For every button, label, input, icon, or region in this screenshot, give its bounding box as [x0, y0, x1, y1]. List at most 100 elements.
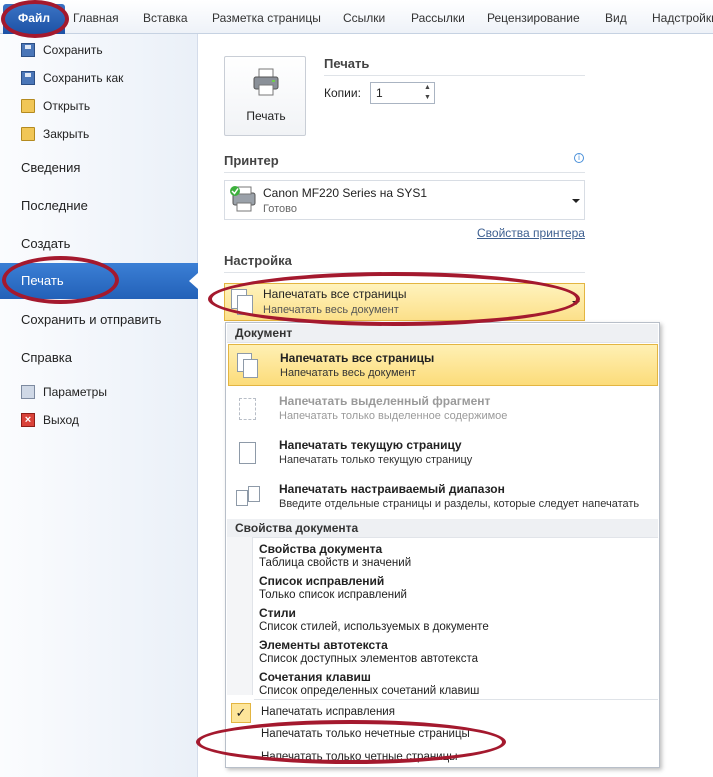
tab-page-layout[interactable]: Разметка страницы — [212, 11, 321, 25]
printer-device-icon — [230, 186, 256, 212]
menu-item-title: Напечатать настраиваемый диапазон — [279, 482, 505, 496]
chevron-down-icon — [572, 301, 580, 305]
print-section-title: Печать — [324, 56, 370, 71]
menu-gutter — [227, 537, 253, 695]
nav-options[interactable]: Параметры — [0, 380, 198, 404]
printer-select[interactable]: Canon MF220 Series на SYS1 Готово — [224, 180, 585, 220]
divider — [224, 272, 585, 273]
selection-icon — [236, 396, 258, 422]
printer-properties-link[interactable]: Свойства принтера — [477, 226, 585, 240]
tab-home[interactable]: Главная — [73, 11, 119, 25]
settings-section-title: Настройка — [224, 253, 292, 268]
menu-item-all-pages[interactable]: Напечатать все страницы Напечатать весь … — [228, 344, 658, 386]
menu-item-custom-range[interactable]: Напечатать настраиваемый диапазон Введит… — [228, 476, 658, 518]
nav-recent[interactable]: Последние — [0, 188, 198, 224]
print-button[interactable]: Печать — [224, 56, 306, 136]
tab-insert[interactable]: Вставка — [143, 11, 188, 25]
menu-divider — [254, 699, 658, 700]
menu-item-title: Напечатать выделенный фрагмент — [279, 394, 491, 408]
ribbon-tab-bar: Файл Главная Вставка Разметка страницы С… — [0, 0, 713, 34]
chevron-down-icon — [572, 199, 580, 203]
printer-section-title: Принтер — [224, 153, 279, 168]
menu-item-current-page[interactable]: Напечатать текущую страницу Напечатать т… — [228, 432, 658, 474]
nav-save-send[interactable]: Сохранить и отправить — [0, 302, 198, 338]
menu-prop-sub: Список определенных сочетаний клавиш — [259, 685, 480, 697]
menu-prop-sub: Список стилей, используемых в документе — [259, 621, 489, 633]
info-icon[interactable]: i — [574, 153, 584, 163]
tab-view[interactable]: Вид — [605, 11, 627, 25]
tab-review[interactable]: Рецензирование — [487, 11, 580, 25]
nav-info[interactable]: Сведения — [0, 150, 198, 186]
custom-range-icon — [236, 484, 260, 510]
menu-item-title: Напечатать все страницы — [280, 351, 435, 365]
check-icon: ✓ — [231, 703, 251, 723]
menu-prop-autotext[interactable]: Элементы автотекста — [259, 638, 388, 652]
divider — [224, 172, 585, 173]
copies-stepper[interactable]: 1 ▲ ▼ — [370, 82, 435, 104]
save-icon — [21, 43, 35, 57]
printer-status: Готово — [263, 203, 297, 215]
pages-icon — [231, 289, 255, 317]
spin-down-icon[interactable]: ▼ — [421, 93, 434, 103]
backstage-nav: Сохранить Сохранить как Открыть Закрыть … — [0, 34, 198, 777]
save-as-icon — [21, 71, 35, 85]
menu-item-sub: Напечатать только текущую страницу — [279, 454, 473, 466]
nav-save-as-label: Сохранить как — [43, 71, 124, 85]
print-button-label: Печать — [246, 109, 286, 123]
nav-new[interactable]: Создать — [0, 226, 198, 262]
option-label: Напечатать исправления — [261, 706, 395, 718]
close-folder-icon — [21, 127, 35, 141]
nav-print[interactable]: Печать — [0, 263, 198, 299]
copies-value: 1 — [376, 86, 383, 100]
menu-section-props: Свойства документа — [227, 519, 658, 538]
menu-section-document: Документ — [227, 324, 658, 343]
menu-option-print-markup[interactable]: ✓ Напечатать исправления — [228, 702, 658, 724]
current-page-icon — [236, 440, 258, 466]
nav-save-as[interactable]: Сохранить как — [0, 66, 198, 90]
menu-prop-doc-props[interactable]: Свойства документа — [259, 542, 382, 556]
option-label: Напечатать только четные страницы — [261, 751, 458, 763]
selected-range-sub: Напечатать весь документ — [263, 304, 399, 316]
printer-name: Canon MF220 Series на SYS1 — [263, 186, 428, 200]
menu-item-sub: Введите отдельные страницы и разделы, ко… — [279, 498, 640, 510]
copies-label: Копии: — [324, 86, 361, 100]
print-range-menu: Документ Напечатать все страницы Напечат… — [225, 322, 660, 768]
tab-addins[interactable]: Надстройки — [652, 11, 713, 25]
open-folder-icon — [21, 99, 35, 113]
print-range-select[interactable]: Напечатать все страницы Напечатать весь … — [224, 283, 585, 321]
menu-prop-key-assignments[interactable]: Сочетания клавиш — [259, 670, 371, 684]
nav-exit[interactable]: × Выход — [0, 408, 198, 432]
menu-option-odd-pages[interactable]: Напечатать только нечетные страницы — [228, 724, 658, 746]
nav-save[interactable]: Сохранить — [0, 38, 198, 62]
menu-prop-markup-list[interactable]: Список исправлений — [259, 574, 384, 588]
nav-save-label: Сохранить — [43, 43, 103, 57]
printer-icon — [253, 68, 279, 96]
menu-prop-sub: Таблица свойств и значений — [259, 557, 412, 569]
menu-prop-styles[interactable]: Стили — [259, 606, 296, 620]
nav-open-label: Открыть — [43, 99, 91, 113]
nav-close[interactable]: Закрыть — [0, 122, 198, 146]
option-label: Напечатать только нечетные страницы — [261, 728, 470, 740]
nav-options-label: Параметры — [43, 385, 107, 399]
nav-open[interactable]: Открыть — [0, 94, 198, 118]
options-icon — [21, 385, 35, 399]
nav-help[interactable]: Справка — [0, 340, 198, 376]
nav-print-label: Печать — [21, 273, 64, 288]
tab-mailings[interactable]: Рассылки — [411, 11, 465, 25]
menu-item-sub: Напечатать только выделенное содержимое — [279, 410, 508, 422]
menu-prop-sub: Список доступных элементов автотекста — [259, 653, 478, 665]
tab-references[interactable]: Ссылки — [343, 11, 385, 25]
active-arrow-icon — [189, 273, 198, 289]
nav-exit-label: Выход — [43, 413, 79, 427]
exit-icon: × — [21, 413, 35, 427]
menu-prop-sub: Только список исправлений — [259, 589, 407, 601]
menu-item-selection: Напечатать выделенный фрагмент Напечатат… — [228, 388, 658, 430]
all-pages-icon — [237, 353, 259, 379]
tab-file[interactable]: Файл — [3, 4, 65, 34]
selected-range-title: Напечатать все страницы — [263, 287, 407, 301]
menu-item-sub: Напечатать весь документ — [280, 367, 416, 379]
divider — [324, 75, 585, 76]
nav-close-label: Закрыть — [43, 127, 90, 141]
menu-option-even-pages[interactable]: Напечатать только четные страницы — [228, 747, 658, 769]
spin-up-icon[interactable]: ▲ — [421, 83, 434, 93]
